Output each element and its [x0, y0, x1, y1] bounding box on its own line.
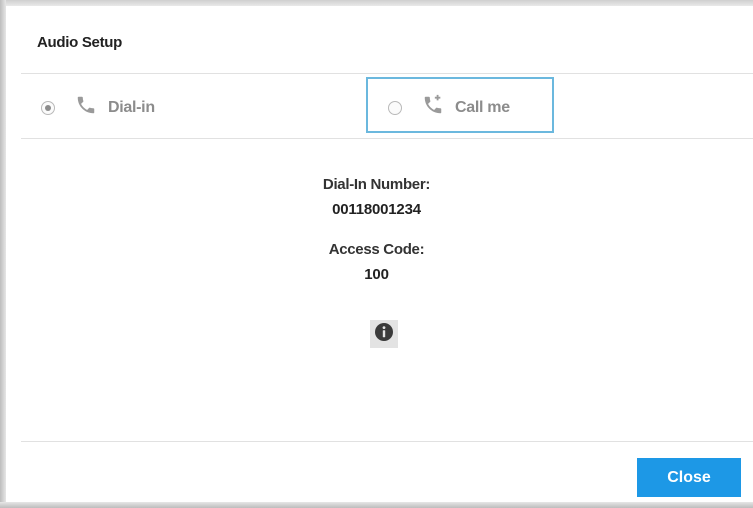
- window-frame-bottom: [0, 502, 753, 508]
- dial-in-label: Dial-in: [108, 98, 155, 116]
- dial-in-option[interactable]: Dial-in: [41, 94, 155, 121]
- dial-in-radio[interactable]: [41, 100, 55, 115]
- access-code-label: Access Code:: [328, 241, 425, 258]
- info-icon: [374, 322, 394, 347]
- dial-in-number-value: 00118001234: [332, 201, 421, 218]
- call-me-option[interactable]: Call me: [388, 94, 510, 121]
- footer-divider: [21, 441, 753, 442]
- access-code-value: 100: [364, 266, 389, 283]
- close-button[interactable]: Close: [637, 458, 741, 497]
- phone-callback-icon: [422, 94, 444, 121]
- dialog-title: Audio Setup: [37, 34, 123, 51]
- dial-in-number-label: Dial-In Number:: [322, 176, 431, 193]
- header-divider: [21, 73, 753, 74]
- options-divider: [21, 138, 753, 139]
- call-me-label: Call me: [455, 98, 510, 116]
- info-button[interactable]: [370, 320, 398, 348]
- audio-setup-dialog: Audio Setup Dial-in Call me Dial-In Numb…: [0, 0, 753, 508]
- window-frame-top: [0, 0, 753, 6]
- phone-icon: [75, 94, 97, 121]
- call-me-radio[interactable]: [388, 100, 402, 115]
